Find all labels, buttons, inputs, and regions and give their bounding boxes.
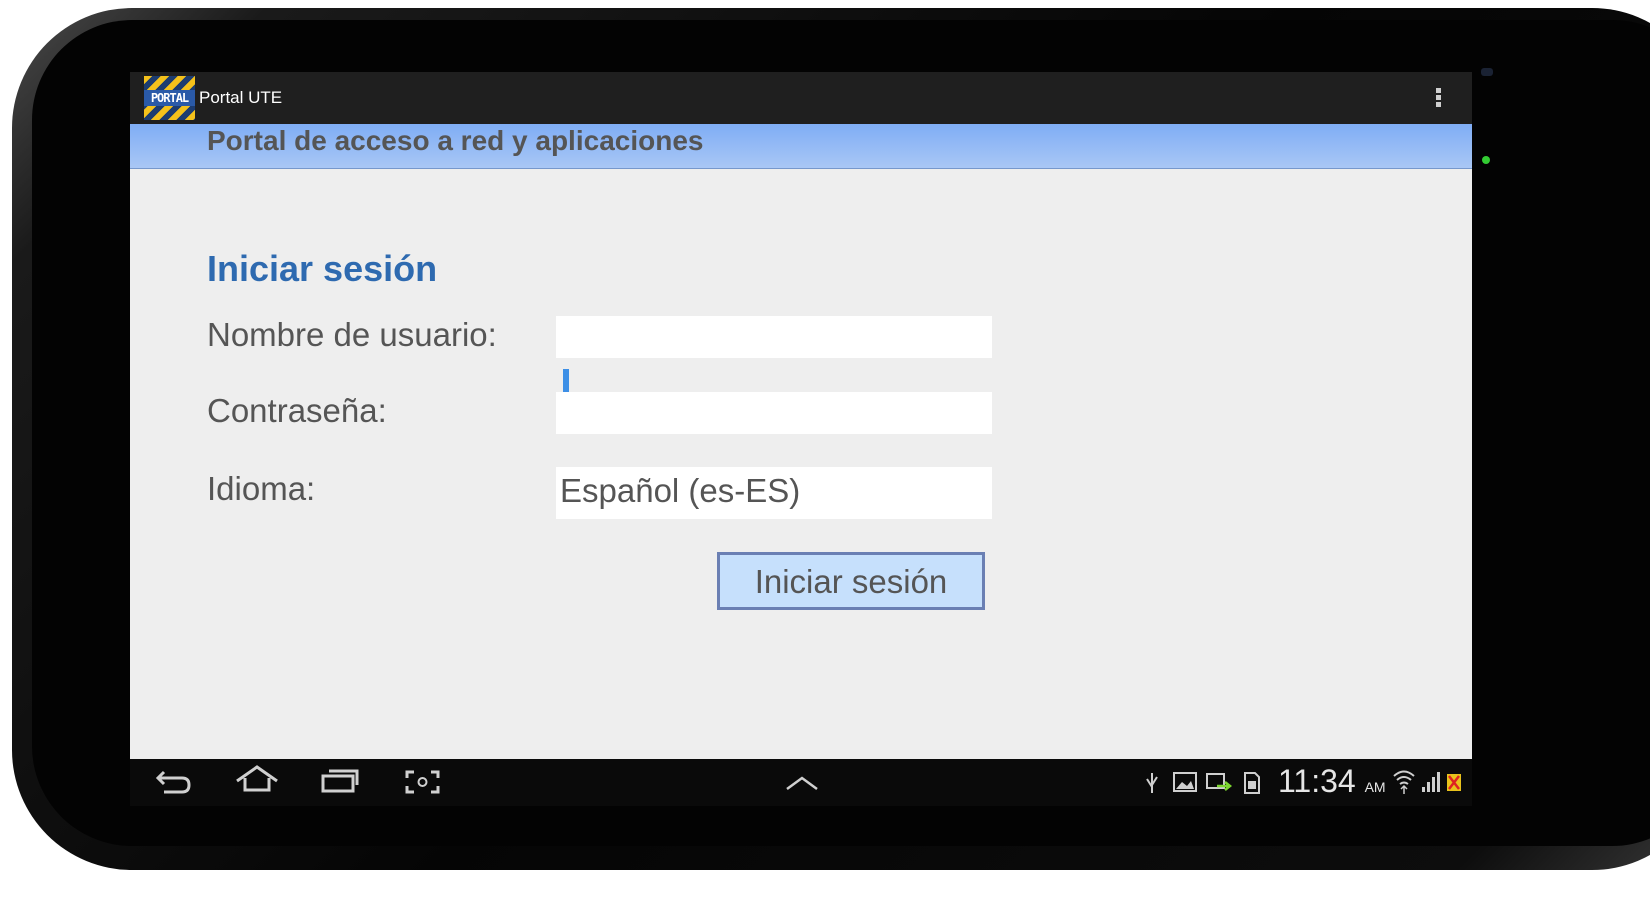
status-ampm: AM <box>1364 779 1386 795</box>
system-navigation-bar: 11:34 AM <box>130 759 1472 806</box>
status-time: 11:34 <box>1278 763 1356 799</box>
usb-icon <box>1142 759 1162 806</box>
status-clock: 11:34 AM <box>1278 763 1386 800</box>
up-chevron-icon[interactable] <box>782 759 822 806</box>
no-sim-icon <box>1446 759 1462 806</box>
wifi-icon <box>1392 759 1416 806</box>
app-title: Portal UTE <box>199 88 283 107</box>
app-logo-text: PORTAL <box>144 90 195 106</box>
page-header-bar: Portal de acceso a red y aplicaciones <box>130 124 1472 169</box>
username-input[interactable] <box>556 316 992 358</box>
image-icon <box>1172 759 1198 806</box>
action-bar: PORTAL Portal UTE <box>130 72 1472 125</box>
language-selected-value: Español (es-ES) <box>560 472 801 509</box>
app-logo-icon: PORTAL <box>144 76 195 120</box>
username-label: Nombre de usuario: <box>207 316 497 353</box>
signal-icon <box>1420 759 1440 806</box>
recent-apps-icon[interactable] <box>320 759 360 806</box>
language-select[interactable]: Español (es-ES) <box>556 467 992 519</box>
tablet-screen: PORTAL Portal UTE Portal de acceso a red… <box>130 72 1472 806</box>
front-camera <box>1481 68 1493 76</box>
back-icon[interactable] <box>154 759 198 806</box>
password-input[interactable] <box>556 392 992 434</box>
screenshot-icon[interactable] <box>404 759 444 806</box>
main-content: Portal de acceso a red y aplicaciones In… <box>130 124 1472 759</box>
password-label: Contraseña: <box>207 392 387 429</box>
sync-icon <box>1205 759 1233 806</box>
home-icon[interactable] <box>234 759 280 806</box>
language-label: Idioma: <box>207 470 316 507</box>
overflow-menu-icon[interactable] <box>1428 86 1448 110</box>
page-header-title: Portal de acceso a red y aplicaciones <box>207 125 704 156</box>
login-button[interactable]: Iniciar sesión <box>717 552 985 610</box>
login-heading: Iniciar sesión <box>207 248 438 289</box>
sd-card-icon <box>1242 759 1262 806</box>
status-led <box>1482 156 1490 164</box>
